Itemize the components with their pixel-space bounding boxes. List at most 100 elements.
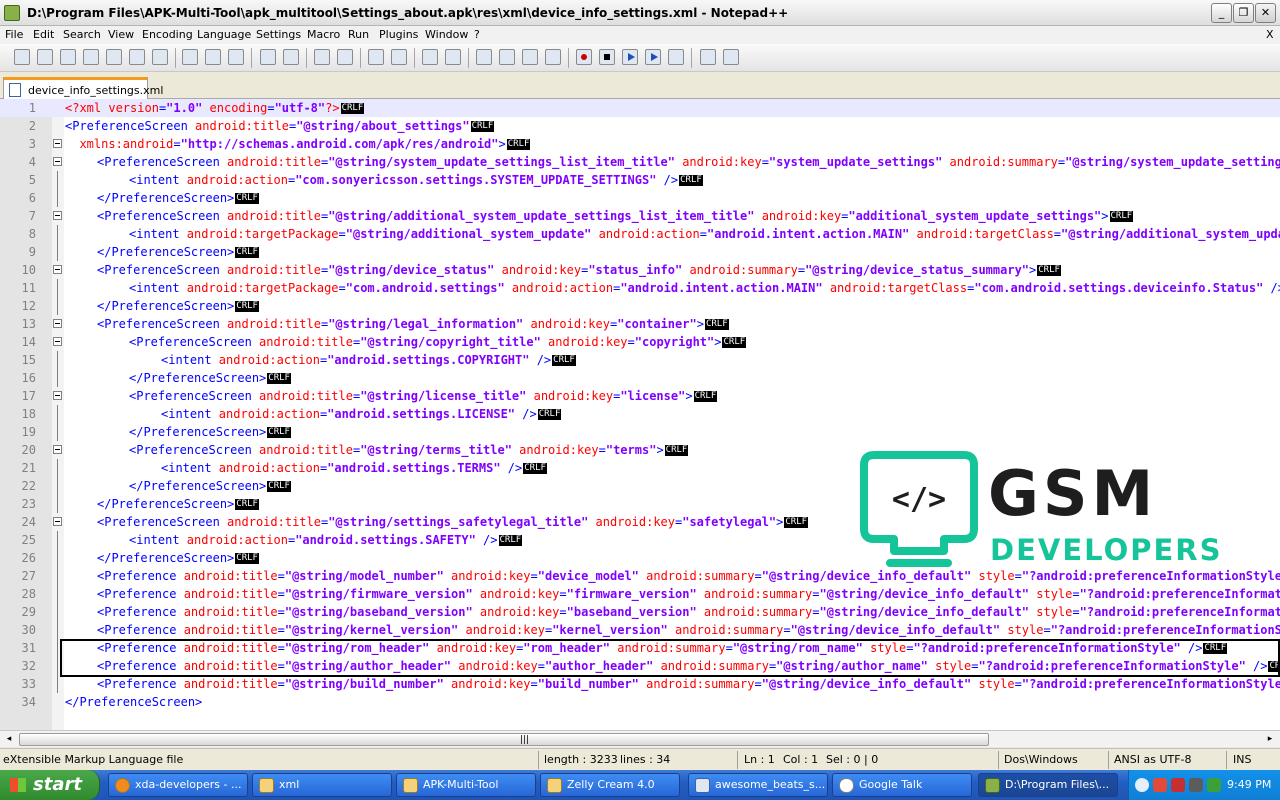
start-button[interactable]: start bbox=[0, 770, 100, 800]
code-line[interactable]: 11 <intent android:targetPackage="com.and… bbox=[0, 279, 1280, 297]
menu-help[interactable]: ? bbox=[474, 28, 480, 41]
scrollbar-thumb[interactable]: ||| bbox=[19, 733, 989, 746]
code-line[interactable]: 18 <intent android:action="android.settin… bbox=[0, 405, 1280, 423]
undo-icon[interactable] bbox=[260, 49, 276, 65]
task-notepad-plus-plus[interactable]: D:\Program Files\... bbox=[978, 773, 1118, 797]
code-editor[interactable]: 1 <?xml version="1.0" encoding="utf-8"?> C… bbox=[0, 99, 1280, 730]
run-macro-multiple-icon[interactable] bbox=[645, 49, 661, 65]
restore-button[interactable]: ❐ bbox=[1233, 3, 1254, 23]
code-line[interactable]: 1 <?xml version="1.0" encoding="utf-8"?> C… bbox=[0, 99, 1280, 117]
close-button[interactable]: ✕ bbox=[1255, 3, 1276, 23]
new-file-icon[interactable] bbox=[14, 49, 30, 65]
plugin-icon[interactable] bbox=[700, 49, 716, 65]
menu-file[interactable]: File bbox=[5, 28, 23, 41]
menu-run[interactable]: Run bbox=[348, 28, 369, 41]
task-xml-folder[interactable]: xml bbox=[252, 773, 392, 797]
word-wrap-icon[interactable] bbox=[476, 49, 492, 65]
scroll-right-button[interactable]: ▸ bbox=[1262, 732, 1278, 747]
task-google-talk[interactable]: Google Talk bbox=[832, 773, 972, 797]
code-line[interactable]: 30 <Preference android:title="@string/ker… bbox=[0, 621, 1280, 639]
code-line[interactable]: 29 <Preference android:title="@string/bas… bbox=[0, 603, 1280, 621]
fold-toggle-icon[interactable] bbox=[53, 319, 62, 328]
open-file-icon[interactable] bbox=[37, 49, 53, 65]
eol-marker: CRLF bbox=[235, 499, 259, 510]
menu-window[interactable]: Window bbox=[425, 28, 468, 41]
task-firefox[interactable]: xda-developers - ... bbox=[108, 773, 248, 797]
tab-device-info-settings[interactable]: device_info_settings.xml bbox=[3, 77, 163, 99]
code-line[interactable]: 13 <PreferenceScreen android:title="@stri… bbox=[0, 315, 1280, 333]
save-macro-icon[interactable] bbox=[668, 49, 684, 65]
code-line[interactable]: 10 <PreferenceScreen android:title="@stri… bbox=[0, 261, 1280, 279]
zoom-out-icon[interactable] bbox=[391, 49, 407, 65]
close-document-button[interactable]: X bbox=[1266, 28, 1274, 41]
play-macro-icon[interactable] bbox=[622, 49, 638, 65]
tray-expand-icon[interactable] bbox=[1135, 778, 1149, 792]
eol-marker: CRLF bbox=[340, 103, 365, 114]
sync-vertical-icon[interactable] bbox=[422, 49, 438, 65]
close-all-icon[interactable] bbox=[129, 49, 145, 65]
menu-edit[interactable]: Edit bbox=[33, 28, 54, 41]
fold-toggle-icon[interactable] bbox=[53, 445, 62, 454]
spell-check-icon[interactable] bbox=[723, 49, 739, 65]
fold-toggle-icon[interactable] bbox=[53, 157, 62, 166]
close-file-icon[interactable] bbox=[106, 49, 122, 65]
code-line[interactable]: 28 <Preference android:title="@string/fir… bbox=[0, 585, 1280, 603]
redo-icon[interactable] bbox=[283, 49, 299, 65]
show-all-chars-icon[interactable] bbox=[499, 49, 515, 65]
code-line[interactable]: 5 <intent android:action="com.sonyericsso… bbox=[0, 171, 1280, 189]
code-line[interactable]: 17 <PreferenceScreen android:title="@stri… bbox=[0, 387, 1280, 405]
zoom-in-icon[interactable] bbox=[368, 49, 384, 65]
code-line[interactable]: 12 </PreferenceScreen> CRLF bbox=[0, 297, 1280, 315]
cut-icon[interactable] bbox=[182, 49, 198, 65]
menu-settings[interactable]: Settings bbox=[256, 28, 301, 41]
shield-icon[interactable] bbox=[1153, 778, 1167, 792]
menu-encoding[interactable]: Encoding bbox=[142, 28, 193, 41]
menu-search[interactable]: Search bbox=[63, 28, 101, 41]
code-line[interactable]: 9 </PreferenceScreen> CRLF bbox=[0, 243, 1280, 261]
mail-icon[interactable] bbox=[1171, 778, 1185, 792]
menu-view[interactable]: View bbox=[108, 28, 134, 41]
task-awesome-beats[interactable]: awesome_beats_s... bbox=[688, 773, 828, 797]
fold-toggle-icon[interactable] bbox=[53, 337, 62, 346]
save-all-icon[interactable] bbox=[83, 49, 99, 65]
code-line[interactable]: 2 <PreferenceScreen android:title="@strin… bbox=[0, 117, 1280, 135]
code-line[interactable]: 19 </PreferenceScreen> CRLF bbox=[0, 423, 1280, 441]
code-line[interactable]: 8 <intent android:targetPackage="@string/… bbox=[0, 225, 1280, 243]
paste-icon[interactable] bbox=[228, 49, 244, 65]
fold-toggle-icon[interactable] bbox=[53, 391, 62, 400]
minimize-button[interactable]: _ bbox=[1211, 3, 1232, 23]
menu-plugins[interactable]: Plugins bbox=[379, 28, 418, 41]
fold-toggle-icon[interactable] bbox=[53, 139, 62, 148]
copy-icon[interactable] bbox=[205, 49, 221, 65]
sync-horizontal-icon[interactable] bbox=[445, 49, 461, 65]
code-line[interactable]: 7 <PreferenceScreen android:title="@strin… bbox=[0, 207, 1280, 225]
network-icon[interactable] bbox=[1189, 778, 1203, 792]
code-line[interactable]: 4 <PreferenceScreen android:title = "@strin… bbox=[0, 153, 1280, 171]
stop-macro-icon[interactable] bbox=[599, 49, 615, 65]
code-line[interactable]: 15 <intent android:action="android.settin… bbox=[0, 351, 1280, 369]
task-zelly-cream[interactable]: Zelly Cream 4.0 bbox=[540, 773, 680, 797]
code-line[interactable]: 3 xmlns:android="http://schemas.android.… bbox=[0, 135, 1280, 153]
security-icon[interactable] bbox=[1207, 778, 1221, 792]
find-icon[interactable] bbox=[314, 49, 330, 65]
code-line[interactable]: 33 <Preference android:title="@string/bui… bbox=[0, 675, 1280, 693]
code-line[interactable]: 34 </PreferenceScreen> bbox=[0, 693, 1280, 711]
indent-guide-icon[interactable] bbox=[522, 49, 538, 65]
replace-icon[interactable] bbox=[337, 49, 353, 65]
code-line[interactable]: 16 </PreferenceScreen> CRLF bbox=[0, 369, 1280, 387]
status-filetype: eXtensible Markup Language file bbox=[3, 753, 184, 766]
record-macro-icon[interactable] bbox=[576, 49, 592, 65]
code-line[interactable]: 14 <PreferenceScreen android:title = "@stri… bbox=[0, 333, 1280, 351]
code-line[interactable]: 6 </PreferenceScreen> CRLF bbox=[0, 189, 1280, 207]
fold-toggle-icon[interactable] bbox=[53, 211, 62, 220]
scroll-left-button[interactable]: ◂ bbox=[1, 732, 17, 747]
save-icon[interactable] bbox=[60, 49, 76, 65]
task-apk-multi-tool[interactable]: APK-Multi-Tool bbox=[396, 773, 536, 797]
menu-macro[interactable]: Macro bbox=[307, 28, 340, 41]
fold-toggle-icon[interactable] bbox=[53, 517, 62, 526]
horizontal-scrollbar[interactable]: ◂ ||| ▸ bbox=[0, 730, 1280, 747]
menu-language[interactable]: Language bbox=[197, 28, 251, 41]
print-icon[interactable] bbox=[152, 49, 168, 65]
fold-toggle-icon[interactable] bbox=[53, 265, 62, 274]
doc-map-icon[interactable] bbox=[545, 49, 561, 65]
